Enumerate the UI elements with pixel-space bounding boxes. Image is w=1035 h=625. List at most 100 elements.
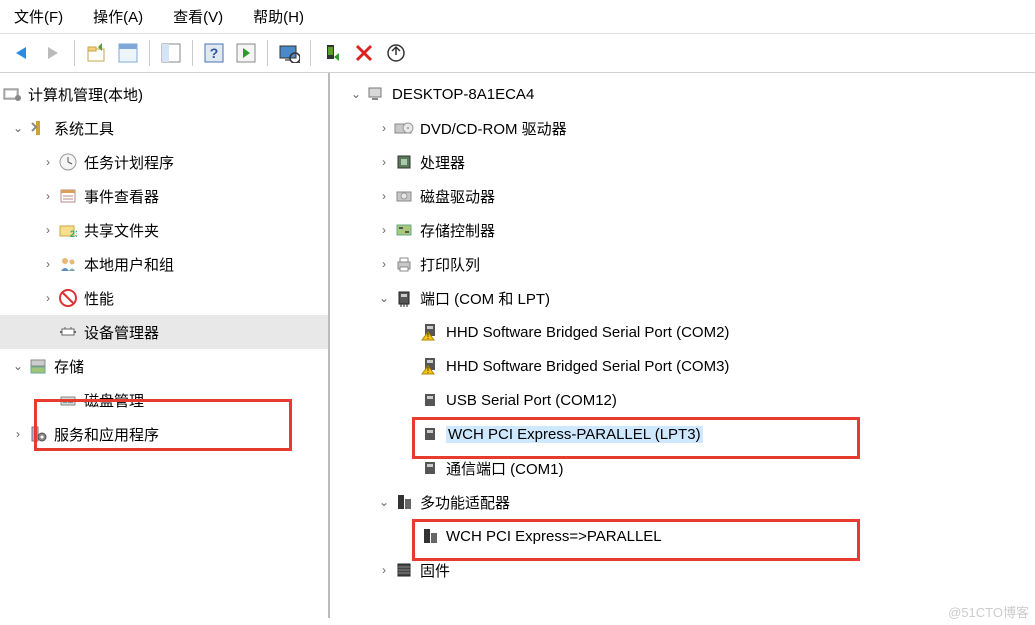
collapse-icon[interactable]: ⌄ (348, 86, 364, 102)
back-button[interactable] (6, 38, 36, 68)
tree-label: 共享文件夹 (84, 220, 159, 241)
enable-device-button[interactable] (317, 38, 347, 68)
port-warn-icon: ! (420, 322, 440, 342)
collapse-icon[interactable]: ⌄ (376, 290, 392, 306)
tree-label: 计算机管理(本地) (28, 84, 143, 105)
tree-disk-management[interactable]: 磁盘管理 (0, 383, 328, 417)
port-warn-icon: ! (420, 356, 440, 376)
right-tree-pane: ⌄ DESKTOP-8A1ECA4 › DVD/CD-ROM 驱动器 › 处理器 (330, 73, 1035, 618)
tree-task-scheduler[interactable]: › 任务计划程序 (0, 145, 328, 179)
expand-icon[interactable]: › (376, 256, 392, 272)
tree-label: 磁盘管理 (84, 390, 144, 411)
expand-icon[interactable]: › (40, 188, 56, 204)
collapse-icon[interactable]: ⌄ (376, 494, 392, 510)
tree-label: 服务和应用程序 (54, 424, 159, 445)
expand-icon[interactable]: › (376, 188, 392, 204)
tree-local-users[interactable]: › 本地用户和组 (0, 247, 328, 281)
help-button[interactable]: ? (199, 38, 229, 68)
tree-shared-folders[interactable]: › 23 共享文件夹 (0, 213, 328, 247)
menu-file[interactable]: 文件(F) (14, 6, 63, 27)
port-icon (394, 288, 414, 308)
expand-icon[interactable]: › (376, 222, 392, 238)
device-label: 处理器 (420, 152, 465, 173)
collapse-icon[interactable]: ⌄ (10, 120, 26, 136)
menu-action[interactable]: 操作(A) (93, 6, 143, 27)
computer-icon (366, 84, 386, 104)
device-root-computer[interactable]: ⌄ DESKTOP-8A1ECA4 (330, 77, 1035, 111)
tree-label: 存储 (54, 356, 84, 377)
device-label: HHD Software Bridged Serial Port (COM3) (446, 358, 729, 375)
system-tools-icon (28, 118, 48, 138)
computer-management-icon (2, 84, 22, 104)
expand-icon[interactable]: › (376, 154, 392, 170)
event-viewer-icon (58, 186, 78, 206)
expand-icon[interactable]: › (40, 290, 56, 306)
menu-bar: 文件(F) 操作(A) 查看(V) 帮助(H) (0, 0, 1035, 34)
device-port-hhd2[interactable]: ! HHD Software Bridged Serial Port (COM3… (330, 349, 1035, 383)
device-label: 端口 (COM 和 LPT) (420, 288, 550, 309)
tree-label: 性能 (84, 288, 114, 309)
storage-icon (28, 356, 48, 376)
device-label: 通信端口 (COM1) (446, 458, 564, 479)
disk-management-icon (58, 390, 78, 410)
tree-root-computer-management[interactable]: 计算机管理(本地) (0, 77, 328, 111)
tree-device-manager[interactable]: 设备管理器 (0, 315, 328, 349)
properties-button[interactable] (113, 38, 143, 68)
tree-event-viewer[interactable]: › 事件查看器 (0, 179, 328, 213)
update-driver-button[interactable] (381, 38, 411, 68)
tree-services-apps[interactable]: › 服务和应用程序 (0, 417, 328, 451)
expand-icon[interactable]: › (40, 256, 56, 272)
device-label: 多功能适配器 (420, 492, 510, 513)
device-wch-parallel[interactable]: WCH PCI Express=>PARALLEL (330, 519, 1035, 553)
device-label: 固件 (420, 560, 450, 581)
menu-help[interactable]: 帮助(H) (253, 6, 304, 27)
multifunction-icon (394, 492, 414, 512)
device-manager-icon (58, 322, 78, 342)
tree-label: 任务计划程序 (84, 152, 174, 173)
disk-drive-icon (394, 186, 414, 206)
device-label: 磁盘驱动器 (420, 186, 495, 207)
menu-view[interactable]: 查看(V) (173, 6, 223, 27)
expand-icon[interactable]: › (376, 562, 392, 578)
device-processors[interactable]: › 处理器 (330, 145, 1035, 179)
device-port-hhd1[interactable]: ! HHD Software Bridged Serial Port (COM2… (330, 315, 1035, 349)
device-multifunction[interactable]: ⌄ 多功能适配器 (330, 485, 1035, 519)
tree-system-tools[interactable]: ⌄ 系统工具 (0, 111, 328, 145)
expand-icon[interactable]: › (376, 120, 392, 136)
expand-icon[interactable]: › (10, 426, 26, 442)
firmware-icon (394, 560, 414, 580)
disable-device-button[interactable] (349, 38, 379, 68)
device-label: 存储控制器 (420, 220, 495, 241)
device-dvd[interactable]: › DVD/CD-ROM 驱动器 (330, 111, 1035, 145)
tree-label: 设备管理器 (84, 322, 159, 343)
forward-button[interactable] (38, 38, 68, 68)
device-print-queues[interactable]: › 打印队列 (330, 247, 1035, 281)
dvd-icon (394, 118, 414, 138)
tree-storage[interactable]: ⌄ 存储 (0, 349, 328, 383)
show-hide-button[interactable] (156, 38, 186, 68)
device-storage-controllers[interactable]: › 存储控制器 (330, 213, 1035, 247)
collapse-icon[interactable]: ⌄ (10, 358, 26, 374)
multifunction-icon (420, 526, 440, 546)
device-ports[interactable]: ⌄ 端口 (COM 和 LPT) (330, 281, 1035, 315)
svg-text:!: ! (427, 366, 429, 375)
expand-icon[interactable]: › (40, 154, 56, 170)
device-firmware[interactable]: › 固件 (330, 553, 1035, 587)
services-icon (28, 424, 48, 444)
expand-icon[interactable]: › (40, 222, 56, 238)
device-label: USB Serial Port (COM12) (446, 392, 617, 409)
storage-controller-icon (394, 220, 414, 240)
device-port-comm[interactable]: 通信端口 (COM1) (330, 451, 1035, 485)
tree-label: 事件查看器 (84, 186, 159, 207)
up-button[interactable] (81, 38, 111, 68)
device-port-usb[interactable]: USB Serial Port (COM12) (330, 383, 1035, 417)
tree-label: 系统工具 (54, 118, 114, 139)
tree-performance[interactable]: › 性能 (0, 281, 328, 315)
action-button[interactable] (231, 38, 261, 68)
device-disk-drives[interactable]: › 磁盘驱动器 (330, 179, 1035, 213)
scan-button[interactable] (274, 38, 304, 68)
left-tree-pane: 计算机管理(本地) ⌄ 系统工具 › 任务计划程序 › 事件查看器 (0, 73, 330, 618)
watermark: @51CTO博客 (948, 602, 1029, 621)
processor-icon (394, 152, 414, 172)
device-port-wch-lpt[interactable]: WCH PCI Express-PARALLEL (LPT3) (330, 417, 1035, 451)
